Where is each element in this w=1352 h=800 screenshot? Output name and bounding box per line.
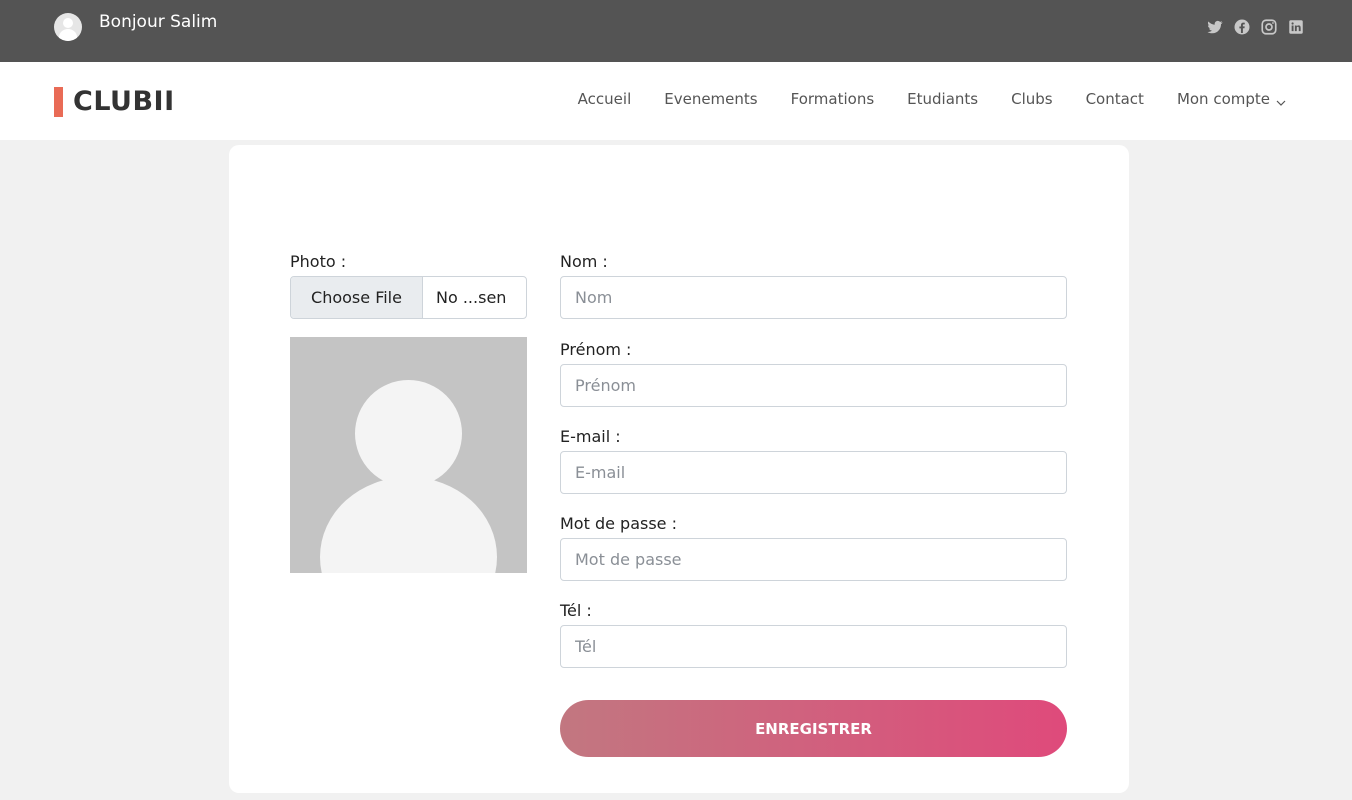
nav-item-formations[interactable]: Formations xyxy=(791,90,875,108)
nom-label: Nom : xyxy=(560,252,608,271)
nav-item-etudiants[interactable]: Etudiants xyxy=(907,90,978,108)
save-button[interactable]: ENREGISTRER xyxy=(560,700,1067,757)
choose-file-button[interactable]: Choose File xyxy=(291,277,423,318)
chevron-down-icon xyxy=(1276,94,1286,106)
user-avatar-icon[interactable] xyxy=(54,13,82,41)
twitter-icon[interactable] xyxy=(1206,18,1224,36)
photo-file-input[interactable]: Choose File No ...sen xyxy=(290,276,527,319)
prenom-input[interactable] xyxy=(560,364,1067,407)
logo-text: CLUBII xyxy=(73,86,175,117)
email-label: E-mail : xyxy=(560,427,621,446)
tel-input[interactable] xyxy=(560,625,1067,668)
profile-photo-placeholder xyxy=(290,337,527,573)
tel-label: Tél : xyxy=(560,601,592,620)
facebook-icon[interactable] xyxy=(1233,18,1251,36)
greeting-text: Bonjour Salim xyxy=(99,12,218,32)
prenom-label: Prénom : xyxy=(560,340,632,359)
placeholder-head xyxy=(355,380,462,487)
password-input[interactable] xyxy=(560,538,1067,581)
top-bar: Bonjour Salim xyxy=(0,0,1352,62)
nav-item-evenements[interactable]: Evenements xyxy=(664,90,757,108)
file-name-text: No ...sen xyxy=(436,288,507,307)
instagram-icon[interactable] xyxy=(1260,18,1278,36)
nom-input[interactable] xyxy=(560,276,1067,319)
social-links xyxy=(1206,18,1305,36)
email-input[interactable] xyxy=(560,451,1067,494)
nav-item-contact[interactable]: Contact xyxy=(1086,90,1144,108)
avatar-body xyxy=(59,29,77,41)
nav-item-accueil[interactable]: Accueil xyxy=(578,90,632,108)
linkedin-icon[interactable] xyxy=(1287,18,1305,36)
nav-item-mon-compte[interactable]: Mon compte xyxy=(1177,90,1286,108)
avatar-head xyxy=(63,18,73,28)
main-navbar: CLUBII Accueil Evenements Formations Etu… xyxy=(0,62,1352,140)
placeholder-body xyxy=(320,477,497,573)
photo-label: Photo : xyxy=(290,252,347,271)
password-label: Mot de passe : xyxy=(560,514,677,533)
nav-item-clubs[interactable]: Clubs xyxy=(1011,90,1052,108)
nav-item-mon-compte-label: Mon compte xyxy=(1176,90,1270,108)
profile-form-card: Photo : Choose File No ...sen Nom : Prén… xyxy=(229,145,1129,793)
nav-menu: Accueil Evenements Formations Etudiants … xyxy=(578,90,1286,108)
site-logo[interactable]: CLUBII xyxy=(54,86,175,117)
logo-accent-bar xyxy=(54,86,63,117)
